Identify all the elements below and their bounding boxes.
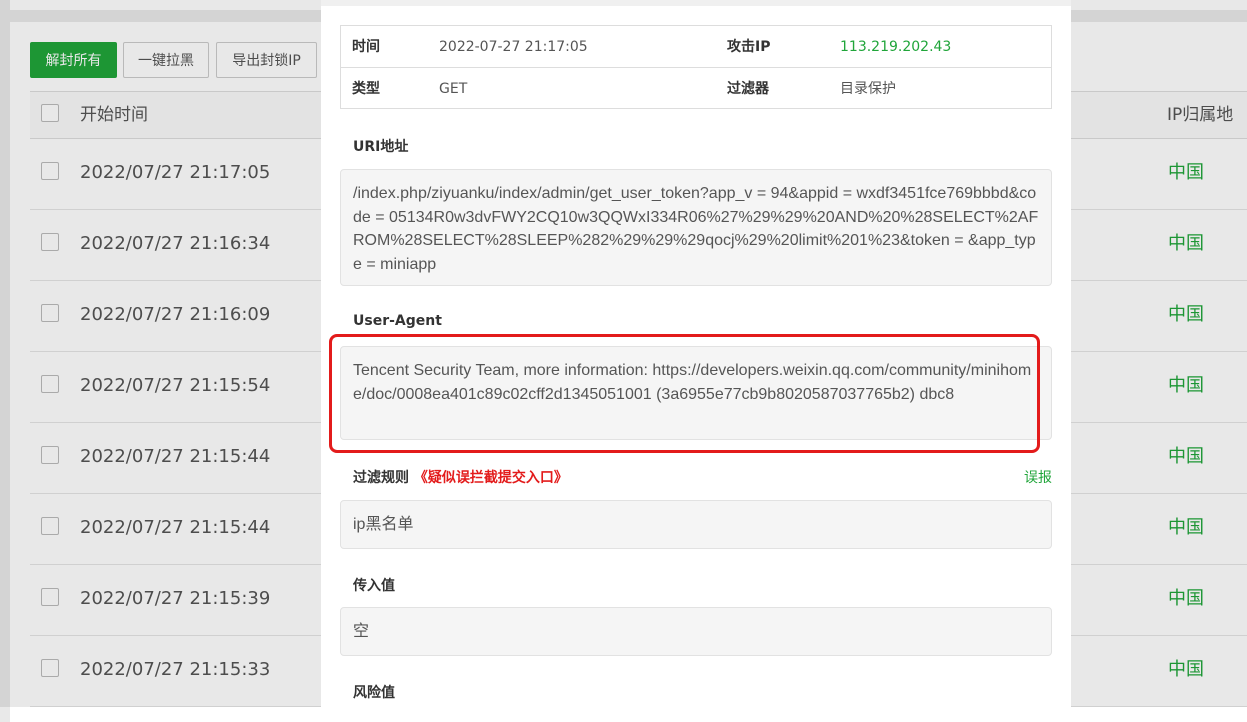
report-false-positive-link[interactable]: 误报 — [1024, 467, 1052, 487]
filter-value: 目录保护 — [840, 81, 896, 97]
false-positive-appeal-link[interactable]: 《疑似误拦截提交入口》 — [414, 470, 568, 486]
attack-ip-value: 113.219.202.43 — [840, 39, 952, 55]
time-label: 时间 — [352, 39, 380, 55]
modal-header-strip — [321, 0, 1071, 6]
uri-label: URI地址 — [353, 139, 409, 155]
input-value-label: 传入值 — [353, 578, 395, 594]
type-value: GET — [439, 81, 468, 97]
input-value-box: 空 — [340, 607, 1052, 656]
filter-rule-title: 过滤规则 — [353, 470, 409, 486]
filter-rule-value-box: ip黑名单 — [340, 500, 1052, 549]
info-row-type: 类型 GET 过滤器 目录保护 — [341, 67, 1051, 110]
attack-ip-label: 攻击IP — [727, 39, 771, 55]
info-row-time: 时间 2022-07-27 21:17:05 攻击IP 113.219.202.… — [341, 26, 1051, 68]
highlight-annotation-box — [329, 334, 1040, 453]
filter-rule-label: 过滤规则 《疑似误拦截提交入口》 — [353, 467, 568, 487]
filter-label: 过滤器 — [727, 81, 769, 97]
time-value: 2022-07-27 21:17:05 — [439, 39, 588, 55]
attack-info-table: 时间 2022-07-27 21:17:05 攻击IP 113.219.202.… — [340, 25, 1052, 109]
risk-value-label: 风险值 — [353, 685, 395, 701]
user-agent-label: User-Agent — [353, 313, 442, 329]
uri-value-box: /index.php/ziyuanku/index/admin/get_user… — [340, 169, 1052, 286]
type-label: 类型 — [352, 81, 380, 97]
